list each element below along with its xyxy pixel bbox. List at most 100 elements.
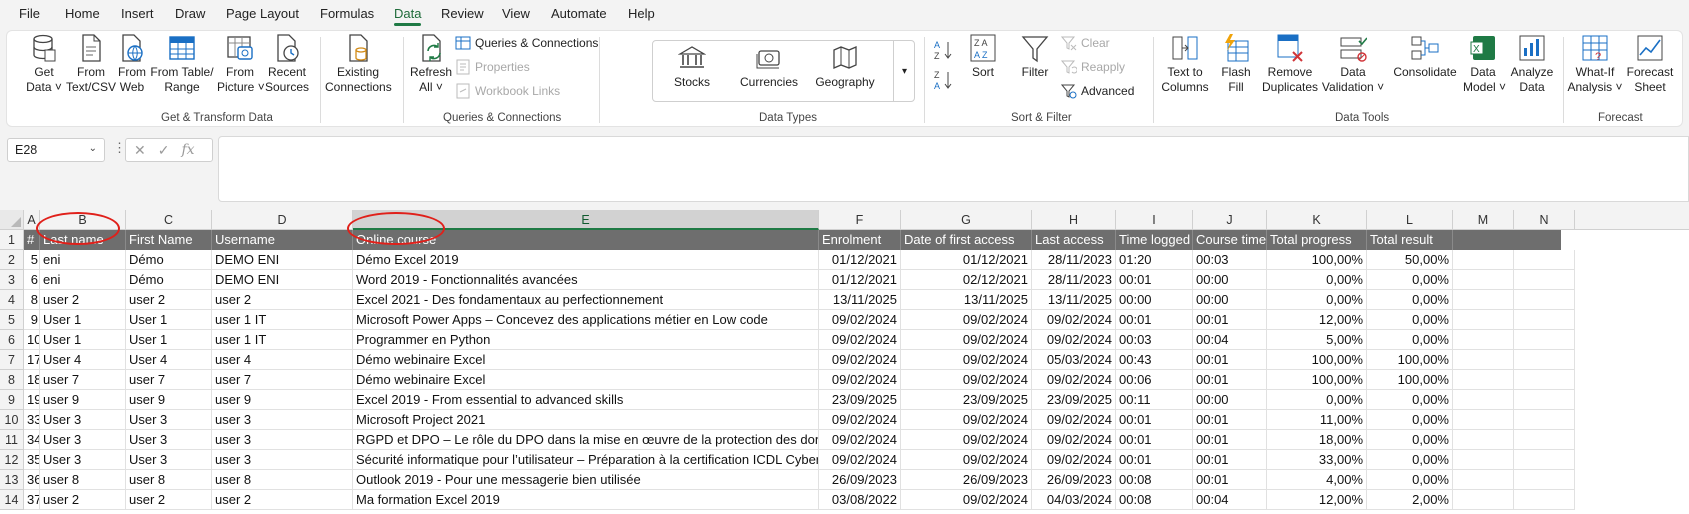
cell-enrolment[interactable]: 26/09/2023 bbox=[819, 470, 901, 490]
cell-column-n[interactable] bbox=[1514, 290, 1575, 310]
sort-a-z-button[interactable]: AZ bbox=[933, 39, 953, 61]
column-header-j[interactable]: J bbox=[1193, 210, 1267, 230]
cell-column-m[interactable] bbox=[1453, 410, 1514, 430]
cell-username[interactable]: user 1 IT bbox=[212, 330, 353, 350]
column-header-d[interactable]: D bbox=[212, 210, 353, 230]
cell-enrolment[interactable]: 09/02/2024 bbox=[819, 410, 901, 430]
remove-duplicates-button[interactable]: Remove Duplicates bbox=[1261, 33, 1319, 95]
header-cell-number[interactable]: # bbox=[24, 230, 40, 250]
refresh-all-button[interactable]: Refresh All ˅ bbox=[409, 33, 453, 95]
cell-time-logged[interactable]: 00:08 bbox=[1116, 490, 1193, 510]
cell-first-access[interactable]: 09/02/2024 bbox=[901, 430, 1032, 450]
data-types-more-button[interactable]: ▾ bbox=[893, 41, 915, 101]
cell-online-course[interactable]: Ma formation Excel 2019 bbox=[353, 490, 819, 510]
cell-last-name[interactable]: User 3 bbox=[40, 450, 126, 470]
column-header-m[interactable]: M bbox=[1453, 210, 1514, 230]
workbook-links-button[interactable]: Workbook Links bbox=[455, 83, 560, 99]
tab-page-layout[interactable]: Page Layout bbox=[226, 6, 299, 21]
existing-connections-button[interactable]: Existing Connections bbox=[325, 33, 392, 95]
cell-first-access[interactable]: 02/12/2021 bbox=[901, 270, 1032, 290]
row-header[interactable]: 9 bbox=[0, 390, 24, 410]
cell-number[interactable]: 34 bbox=[24, 430, 40, 450]
cell-number[interactable]: 19 bbox=[24, 390, 40, 410]
row-header[interactable]: 5 bbox=[0, 310, 24, 330]
cell-enrolment[interactable]: 01/12/2021 bbox=[819, 250, 901, 270]
cell-first-name[interactable]: user 7 bbox=[126, 370, 212, 390]
formula-input[interactable] bbox=[218, 136, 1689, 202]
cell-online-course[interactable]: Microsoft Project 2021 bbox=[353, 410, 819, 430]
cell-number[interactable]: 9 bbox=[24, 310, 40, 330]
cell-online-course[interactable]: Microsoft Power Apps – Concevez des appl… bbox=[353, 310, 819, 330]
header-cell-total-result[interactable]: Total result bbox=[1367, 230, 1453, 250]
flash-fill-button[interactable]: Flash Fill bbox=[1216, 33, 1256, 95]
cell-total-progress[interactable]: 5,00% bbox=[1267, 330, 1367, 350]
cell-online-course[interactable]: Excel 2019 - From essential to advanced … bbox=[353, 390, 819, 410]
stocks-button[interactable]: Stocks bbox=[659, 45, 725, 89]
cell-enrolment[interactable]: 09/02/2024 bbox=[819, 310, 901, 330]
cell-course-time[interactable]: 00:04 bbox=[1193, 330, 1267, 350]
cell-username[interactable]: DEMO ENI bbox=[212, 270, 353, 290]
cell-first-access[interactable]: 09/02/2024 bbox=[901, 410, 1032, 430]
insert-function-icon[interactable]: fx bbox=[181, 142, 194, 158]
column-header-i[interactable]: I bbox=[1116, 210, 1193, 230]
cell-total-result[interactable]: 50,00% bbox=[1367, 250, 1453, 270]
cell-total-progress[interactable]: 4,00% bbox=[1267, 470, 1367, 490]
cell-total-progress[interactable]: 12,00% bbox=[1267, 310, 1367, 330]
cell-course-time[interactable]: 00:00 bbox=[1193, 390, 1267, 410]
cell-last-access[interactable]: 13/11/2025 bbox=[1032, 290, 1116, 310]
cell-last-name[interactable]: User 3 bbox=[40, 410, 126, 430]
cell-total-result[interactable]: 0,00% bbox=[1367, 270, 1453, 290]
cell-course-time[interactable]: 00:01 bbox=[1193, 430, 1267, 450]
currencies-button[interactable]: Currencies bbox=[733, 45, 805, 89]
cell-username[interactable]: user 2 bbox=[212, 290, 353, 310]
tab-review[interactable]: Review bbox=[441, 6, 484, 21]
cell-first-name[interactable]: User 3 bbox=[126, 410, 212, 430]
cell-column-m[interactable] bbox=[1453, 290, 1514, 310]
cell-online-course[interactable]: Programmer en Python bbox=[353, 330, 819, 350]
properties-button[interactable]: Properties bbox=[455, 59, 530, 75]
cell-first-name[interactable]: User 1 bbox=[126, 310, 212, 330]
cell-username[interactable]: user 3 bbox=[212, 410, 353, 430]
cell-last-access[interactable]: 09/02/2024 bbox=[1032, 370, 1116, 390]
cell-online-course[interactable]: Sécurité informatique pour l’utilisateur… bbox=[353, 450, 819, 470]
cell-last-name[interactable]: user 9 bbox=[40, 390, 126, 410]
cell-column-m[interactable] bbox=[1453, 390, 1514, 410]
cell-first-access[interactable]: 09/02/2024 bbox=[901, 310, 1032, 330]
cell-last-access[interactable]: 09/02/2024 bbox=[1032, 330, 1116, 350]
header-cell-first-access[interactable]: Date of first access bbox=[901, 230, 1032, 250]
cell-number[interactable]: 36 bbox=[24, 470, 40, 490]
cell-number[interactable]: 35 bbox=[24, 450, 40, 470]
cell-last-name[interactable]: eni bbox=[40, 270, 126, 290]
forecast-sheet-button[interactable]: Forecast Sheet bbox=[1625, 33, 1675, 95]
column-header-b[interactable]: B bbox=[40, 210, 126, 230]
advanced-filter-button[interactable]: Advanced bbox=[1061, 83, 1134, 99]
queries-connections-button[interactable]: Queries & Connections bbox=[455, 35, 598, 51]
cell-column-m[interactable] bbox=[1453, 370, 1514, 390]
data-model-button[interactable]: X Data Model ˅ bbox=[1463, 33, 1506, 95]
cancel-icon[interactable]: ✕ bbox=[134, 142, 146, 159]
cell-time-logged[interactable]: 00:11 bbox=[1116, 390, 1193, 410]
cell-number[interactable]: 5 bbox=[24, 250, 40, 270]
cell-column-n[interactable] bbox=[1514, 450, 1575, 470]
cell-username[interactable]: user 8 bbox=[212, 470, 353, 490]
cell-first-access[interactable]: 26/09/2023 bbox=[901, 470, 1032, 490]
cell-enrolment[interactable]: 09/02/2024 bbox=[819, 450, 901, 470]
tab-data[interactable]: Data bbox=[394, 6, 422, 26]
cell-first-name[interactable]: user 8 bbox=[126, 470, 212, 490]
row-header[interactable]: 12 bbox=[0, 450, 24, 470]
tab-formulas[interactable]: Formulas bbox=[320, 6, 374, 21]
column-header-n[interactable]: N bbox=[1514, 210, 1575, 230]
cell-total-progress[interactable]: 33,00% bbox=[1267, 450, 1367, 470]
cell-course-time[interactable]: 00:01 bbox=[1193, 450, 1267, 470]
cell-column-m[interactable] bbox=[1453, 310, 1514, 330]
cell-last-access[interactable]: 28/11/2023 bbox=[1032, 270, 1116, 290]
tab-file[interactable]: File bbox=[19, 6, 40, 21]
cell-total-result[interactable]: 0,00% bbox=[1367, 290, 1453, 310]
column-header-e[interactable]: E bbox=[353, 210, 819, 230]
cell-enrolment[interactable]: 09/02/2024 bbox=[819, 350, 901, 370]
cell-online-course[interactable]: Outlook 2019 - Pour une messagerie bien … bbox=[353, 470, 819, 490]
cell-number[interactable]: 6 bbox=[24, 270, 40, 290]
cell-column-m[interactable] bbox=[1453, 470, 1514, 490]
select-all-button[interactable] bbox=[0, 210, 24, 230]
analyze-data-button[interactable]: Analyze Data bbox=[1509, 33, 1555, 95]
